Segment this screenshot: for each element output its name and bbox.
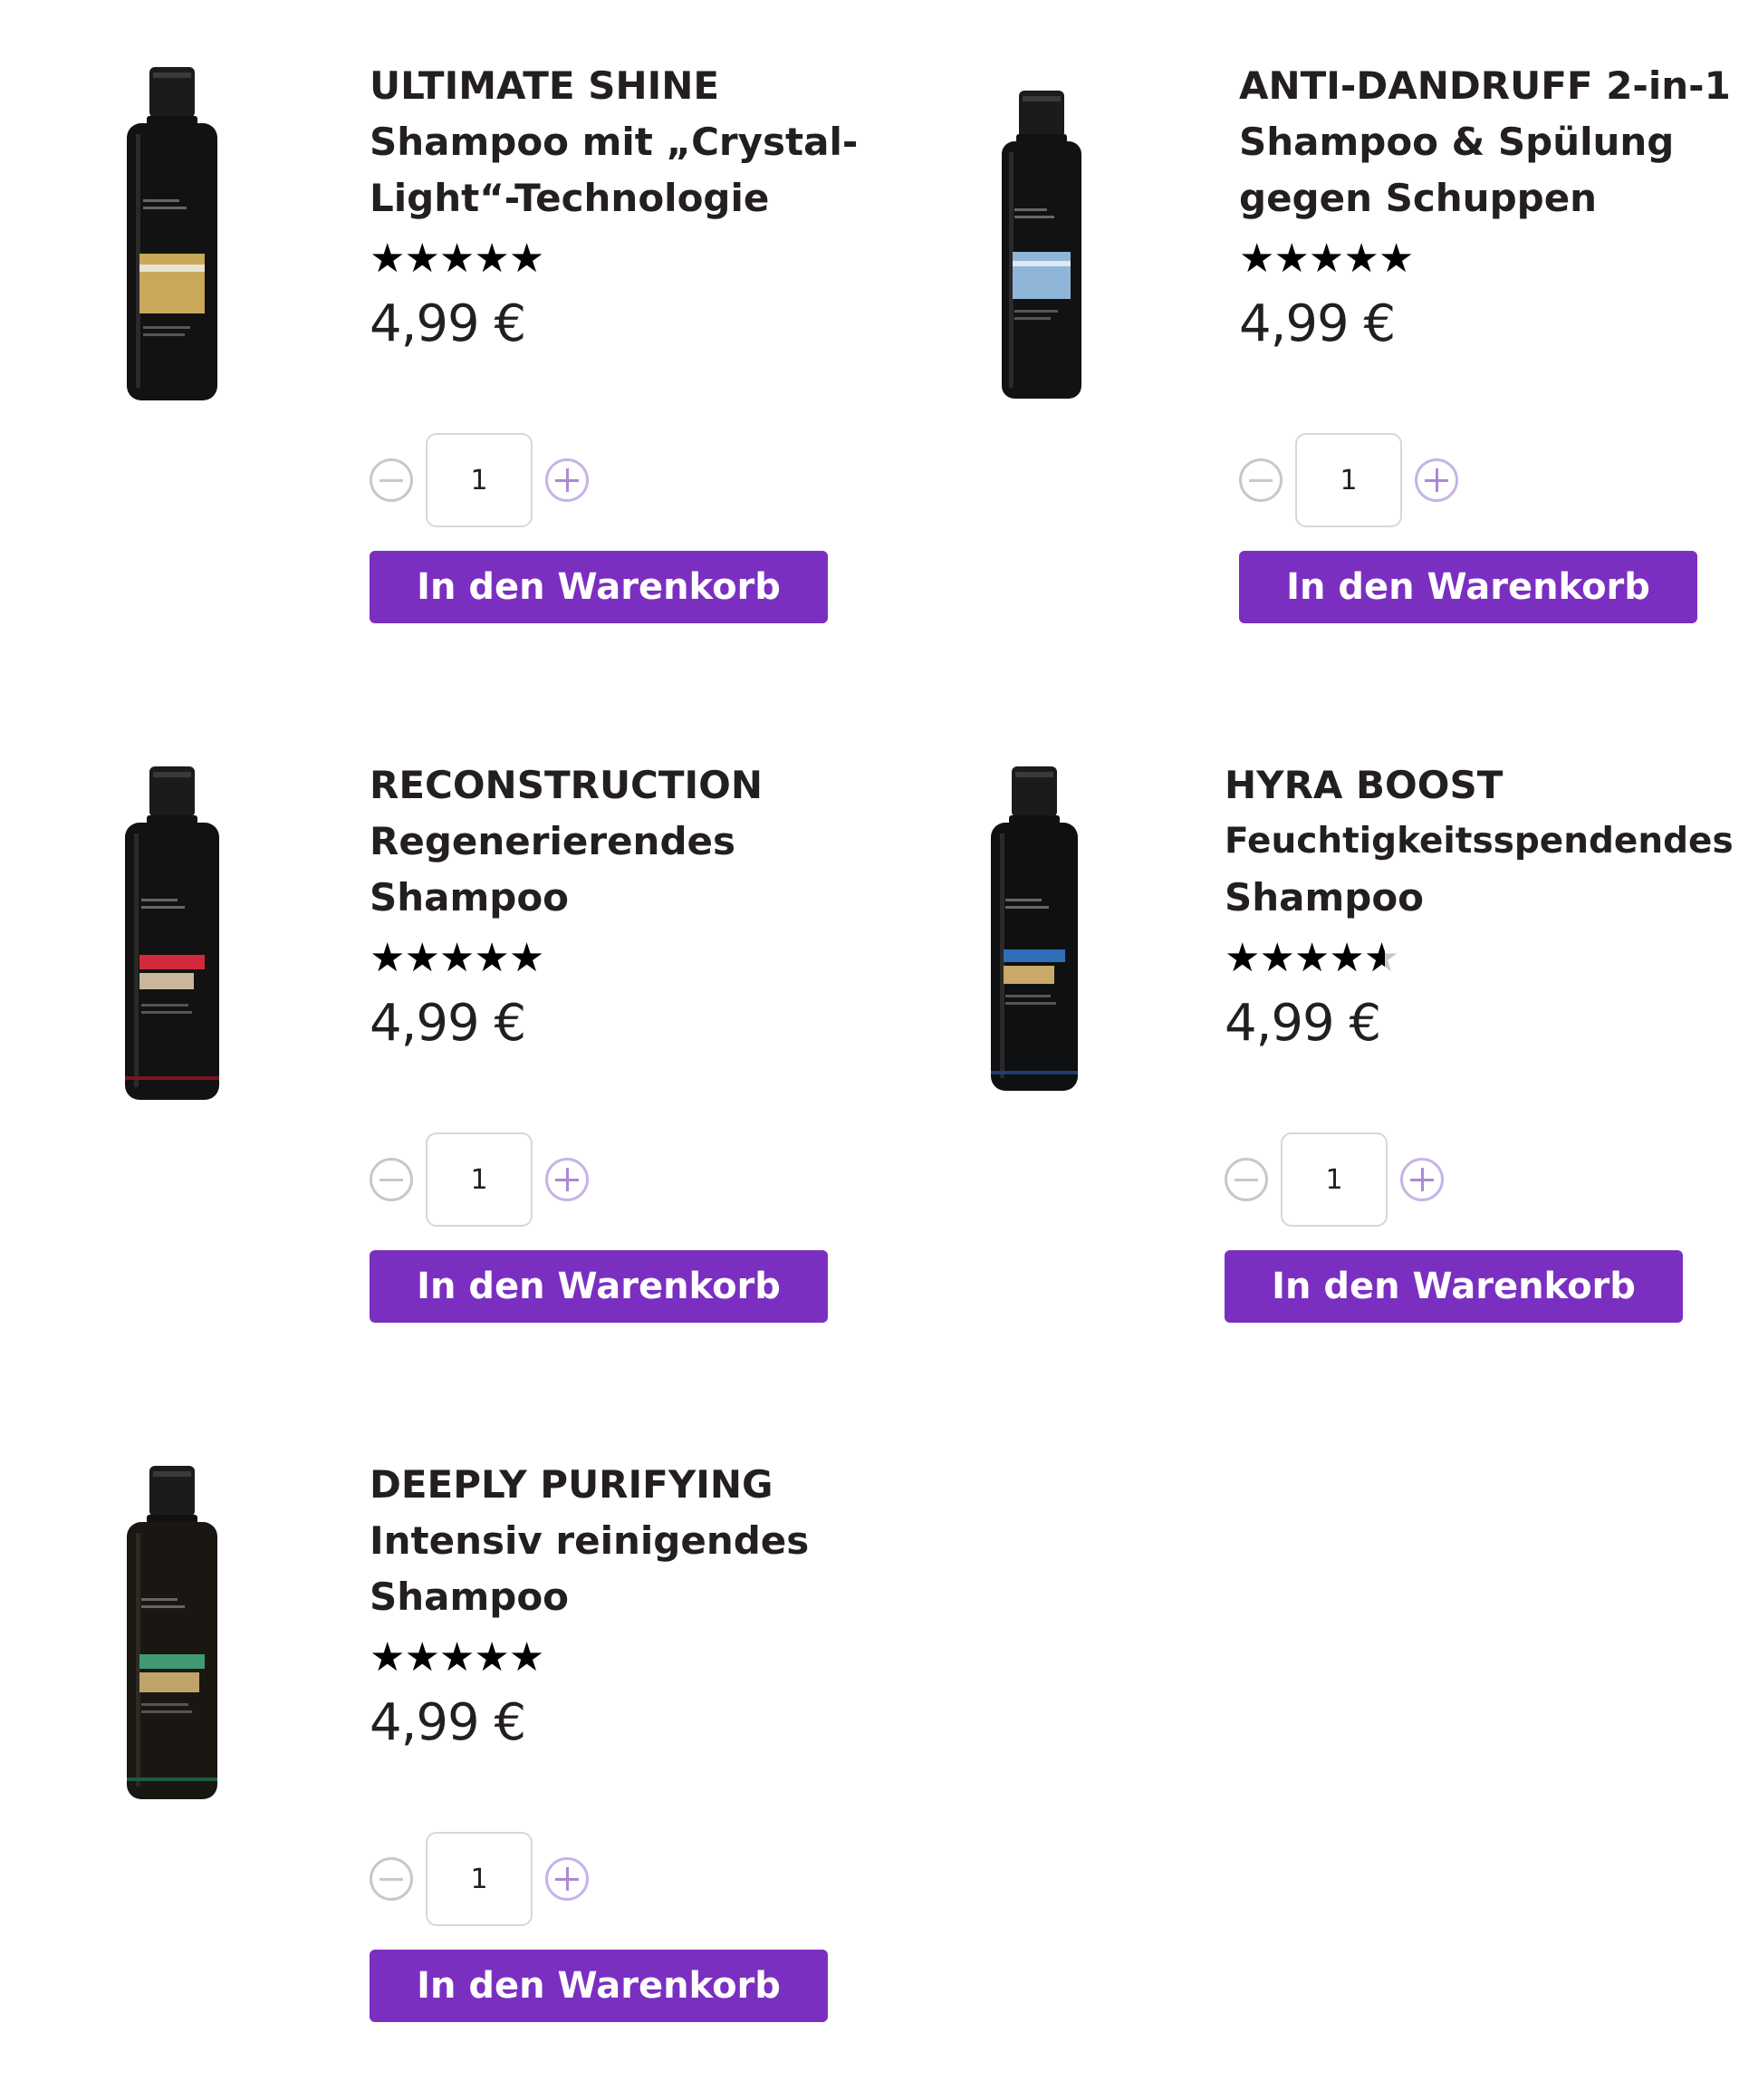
star-icon: ★ (1329, 935, 1364, 981)
product-price: 4,99 € (370, 1693, 526, 1752)
product-title-line: Shampoo mit „Crystal- (370, 120, 859, 164)
decrease-quantity-button[interactable] (370, 1158, 413, 1201)
product-price: 4,99 € (370, 994, 526, 1053)
quantity-stepper (1239, 433, 1458, 527)
star-fill: ★ (1363, 935, 1385, 981)
product-title[interactable]: ULTIMATE SHINE Shampoo mit „Crystal- Lig… (370, 58, 949, 226)
shampoo-bottle-icon (125, 766, 219, 1100)
increase-quantity-button[interactable] (545, 458, 589, 502)
product-title-line: Shampoo & Spülung (1239, 120, 1675, 164)
product-title-line: Regenerierendes (370, 819, 736, 863)
product-title-line: Shampoo (1225, 875, 1425, 920)
product-image[interactable] (109, 763, 235, 1107)
product-title-line: Shampoo (370, 1575, 570, 1619)
star-icon: ★ (404, 1634, 439, 1681)
decrease-quantity-button[interactable] (370, 1857, 413, 1901)
star-icon: ★ (370, 935, 405, 981)
product-title-line: Shampoo (370, 875, 570, 920)
star-icon: ★ ★ (1363, 931, 1399, 986)
product-title-line: gegen Schuppen (1239, 176, 1598, 220)
star-icon: ★ (438, 1634, 475, 1681)
star-icon: ★ (404, 236, 439, 282)
star-icon: ★ (1378, 236, 1414, 282)
shampoo-bottle-icon (127, 67, 217, 400)
star-icon: ★ (474, 935, 509, 981)
star-icon: ★ (1225, 935, 1260, 981)
product-price: 4,99 € (1225, 994, 1381, 1053)
product-image[interactable] (978, 82, 1105, 426)
increase-quantity-button[interactable] (545, 1857, 589, 1901)
shampoo-bottle-icon (991, 766, 1078, 1091)
product-title-line: ANTI-DANDRUFF 2-in-1 (1239, 63, 1731, 108)
quantity-input[interactable] (1295, 433, 1402, 527)
product-title[interactable]: RECONSTRUCTION Regenerierendes Shampoo (370, 757, 949, 926)
star-icon: ★ (1293, 935, 1330, 981)
quantity-input[interactable] (426, 1132, 533, 1227)
star-icon: ★ (438, 935, 475, 981)
star-icon: ★ (438, 236, 475, 282)
star-rating: ★★★★★ (370, 931, 949, 986)
star-rating: ★★★★★ ★ (1225, 931, 1739, 986)
product-title-line: HYRA BOOST (1225, 763, 1504, 807)
shampoo-bottle-icon (127, 1466, 217, 1799)
star-icon: ★ (404, 935, 439, 981)
product-title-line: Feuchtigkeitsspendendes (1225, 821, 1734, 862)
star-rating: ★★★★★ (370, 1631, 949, 1685)
add-to-cart-button[interactable]: In den Warenkorb (370, 1950, 828, 2022)
quantity-input[interactable] (426, 433, 533, 527)
decrease-quantity-button[interactable] (370, 458, 413, 502)
decrease-quantity-button[interactable] (1239, 458, 1283, 502)
star-icon: ★ (1308, 236, 1344, 282)
quantity-input[interactable] (426, 1832, 533, 1926)
product-image[interactable] (109, 63, 235, 408)
quantity-input[interactable] (1281, 1132, 1388, 1227)
star-icon: ★ (370, 236, 405, 282)
product-image[interactable] (109, 1462, 235, 1806)
star-icon: ★ (508, 1634, 544, 1681)
product-title-line: Intensiv reinigendes (370, 1518, 810, 1563)
product-title[interactable]: ANTI-DANDRUFF 2-in-1 Shampoo & Spülung g… (1239, 58, 1739, 226)
quantity-stepper (370, 1132, 589, 1227)
increase-quantity-button[interactable] (1415, 458, 1458, 502)
product-title[interactable]: DEEPLY PURIFYING Intensiv reinigendes Sh… (370, 1457, 949, 1625)
increase-quantity-button[interactable] (545, 1158, 589, 1201)
add-to-cart-button[interactable]: In den Warenkorb (1239, 551, 1697, 623)
product-price: 4,99 € (370, 294, 526, 353)
product-title-line: ULTIMATE SHINE (370, 63, 720, 108)
star-icon: ★ (370, 1634, 405, 1681)
star-icon: ★ (1273, 236, 1309, 282)
product-title[interactable]: HYRA BOOST Feuchtigkeitsspendendes Shamp… (1225, 757, 1739, 926)
star-icon: ★ (508, 935, 544, 981)
product-price: 4,99 € (1239, 294, 1396, 353)
star-icon: ★ (1343, 236, 1379, 282)
increase-quantity-button[interactable] (1400, 1158, 1444, 1201)
shampoo-bottle-icon (1002, 91, 1081, 399)
quantity-stepper (370, 1832, 589, 1926)
decrease-quantity-button[interactable] (1225, 1158, 1268, 1201)
product-title-line: DEEPLY PURIFYING (370, 1462, 773, 1507)
add-to-cart-button[interactable]: In den Warenkorb (370, 551, 828, 623)
star-icon: ★ (474, 1634, 509, 1681)
star-icon: ★ (474, 236, 509, 282)
star-rating: ★★★★★ (370, 232, 949, 286)
star-icon: ★ (508, 236, 544, 282)
product-title-line: Light“-Technologie (370, 176, 770, 220)
quantity-stepper (1225, 1132, 1444, 1227)
quantity-stepper (370, 433, 589, 527)
star-icon: ★ (1239, 236, 1274, 282)
product-image[interactable] (971, 763, 1098, 1107)
star-rating: ★★★★★ (1239, 232, 1739, 286)
add-to-cart-button[interactable]: In den Warenkorb (370, 1250, 828, 1323)
product-title-line: RECONSTRUCTION (370, 763, 764, 807)
add-to-cart-button[interactable]: In den Warenkorb (1225, 1250, 1683, 1323)
star-icon: ★ (1259, 935, 1294, 981)
